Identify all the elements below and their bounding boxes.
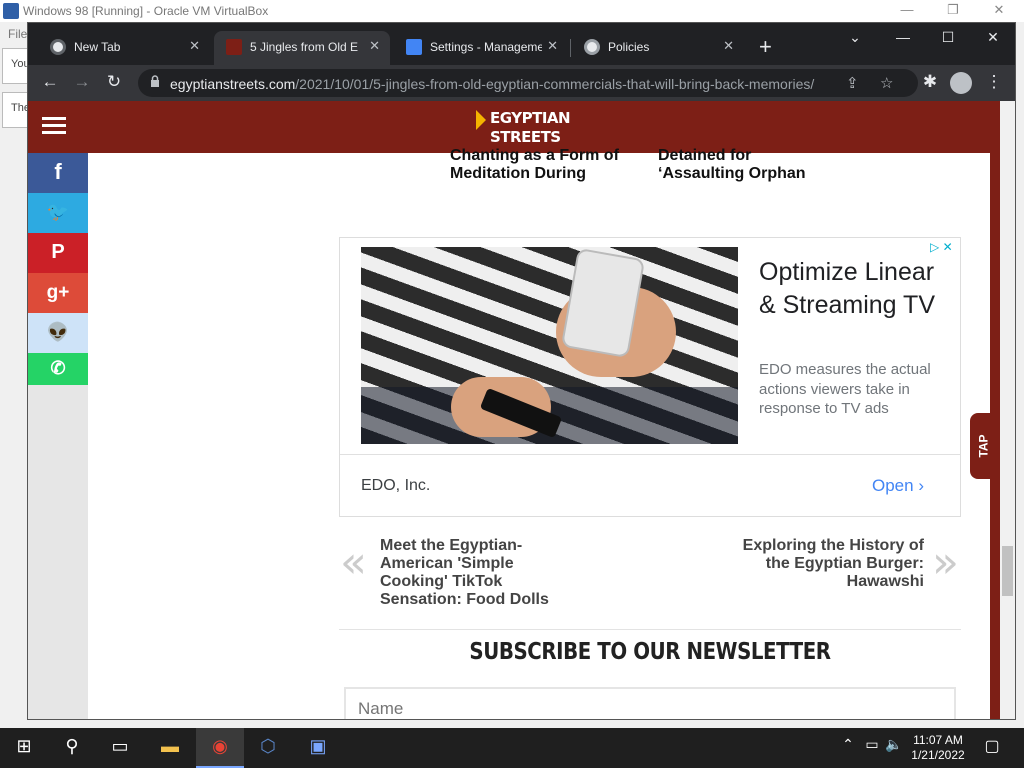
newsletter-name-input[interactable] (344, 687, 956, 719)
ad-advertiser: EDO, Inc. (361, 477, 431, 494)
tab-separator (570, 39, 571, 57)
forward-icon[interactable]: → (70, 72, 94, 92)
ad-description: EDO measures the actual actions viewers … (759, 361, 931, 417)
hamburger-menu-icon[interactable] (42, 117, 66, 135)
ad-title[interactable]: Optimize Linear & Streaming TV (759, 256, 939, 322)
settings-page-icon (406, 39, 422, 55)
share-icon[interactable]: ⇪ (846, 74, 859, 92)
menu-kebab-icon[interactable]: ⋮ (982, 72, 1006, 92)
maximize-icon[interactable]: ☐ (928, 29, 968, 46)
logo-flag-icon (476, 110, 486, 130)
close-tab-icon[interactable]: ✕ (723, 38, 734, 54)
site-logo[interactable]: EGYPTIAN STREETS (476, 107, 571, 149)
vm-window-titlebar: Windows 98 [Running] - Oracle VM Virtual… (0, 0, 1024, 22)
profile-avatar-icon[interactable] (950, 72, 972, 94)
show-hidden-icons-icon[interactable]: ⌃ (836, 736, 860, 760)
back-icon[interactable]: ← (38, 72, 62, 92)
chrome-taskbar-icon[interactable]: ◉ (208, 736, 232, 760)
reddit-icon: 👽 (46, 322, 70, 342)
previous-post-link[interactable]: Meet the Egyptian- American 'Simple Cookin… (380, 537, 580, 609)
virtualbox-taskbar-icon[interactable]: ⬡ (256, 736, 280, 760)
close-tab-icon[interactable]: ✕ (189, 38, 200, 54)
adchoices-icon[interactable]: ▷ ✕ (930, 240, 953, 254)
new-tab-button[interactable]: + (759, 34, 772, 60)
ad-image[interactable] (361, 247, 738, 444)
search-icon[interactable]: ⚲ (60, 736, 84, 760)
pinterest-share-button[interactable]: P (28, 233, 88, 273)
tab-settings[interactable]: Settings - Manageme ✕ (394, 31, 568, 65)
browser-toolbar: ← → ↻ egyptianstreets.com/2021/10/01/5-j… (28, 65, 1015, 101)
egyptian-streets-favicon (226, 39, 242, 55)
bookmark-star-icon[interactable]: ☆ (880, 74, 893, 92)
browser-window: New Tab ✕ 5 Jingles from Old Eg ✕ Settin… (27, 22, 1016, 720)
tab-policies[interactable]: Policies ✕ (572, 31, 744, 65)
file-explorer-icon[interactable]: ▬ (158, 736, 182, 760)
related-article-link[interactable]: Detained for ‘Assaulting Orphan (658, 147, 858, 183)
whatsapp-share-button[interactable]: ✆ (28, 353, 88, 385)
vm-window-title: Windows 98 [Running] - Oracle VM Virtual… (23, 4, 269, 18)
close-tab-icon[interactable]: ✕ (547, 38, 558, 54)
extensions-icon[interactable]: ✱ (918, 72, 942, 92)
tab-strip: New Tab ✕ 5 Jingles from Old Eg ✕ Settin… (28, 23, 1015, 65)
virtualbox-icon (3, 3, 19, 19)
task-view-icon[interactable]: ▭ (108, 736, 132, 760)
background-window-tab[interactable]: The (2, 92, 30, 128)
globe-icon (584, 39, 600, 55)
chrome-icon (50, 39, 66, 55)
tap-side-tab[interactable]: TAP (970, 413, 1000, 479)
volume-muted-icon[interactable]: 🔈 (882, 736, 906, 760)
web-page: EGYPTIAN STREETS f 🐦 P g+ 👽 ✆ Chanting a… (28, 101, 1015, 719)
ad-divider (340, 454, 960, 455)
twitter-icon: 🐦 (46, 202, 70, 222)
advertisement[interactable]: ▷ ✕ Optimize Linear & Streaming TV EDO m… (339, 237, 961, 517)
close-icon[interactable]: ✕ (976, 2, 1022, 18)
reload-icon[interactable]: ↻ (102, 72, 126, 92)
background-window-tab[interactable]: You (2, 48, 30, 84)
system-clock[interactable]: 11:07 AM 1/21/2022 (906, 733, 970, 763)
facebook-share-button[interactable]: f (28, 153, 88, 193)
whatsapp-icon: ✆ (50, 358, 66, 378)
notifications-icon[interactable]: ▢ (980, 736, 1004, 760)
facebook-icon: f (54, 159, 62, 184)
tab-egyptian-streets[interactable]: 5 Jingles from Old Eg ✕ (214, 31, 390, 65)
related-article-link[interactable]: Chanting as a Form of Meditation During (450, 147, 650, 183)
pinterest-icon: P (51, 241, 65, 263)
social-share-bar: f 🐦 P g+ 👽 ✆ (28, 153, 88, 719)
lock-icon (151, 75, 159, 87)
tab-search-icon[interactable]: ⌄ (835, 29, 875, 46)
close-icon[interactable]: ✕ (973, 29, 1013, 46)
article-content: Chanting as a Form of Meditation During D… (88, 147, 998, 719)
minimize-icon[interactable]: — (884, 2, 930, 17)
ad-open-button[interactable]: Open › (872, 476, 924, 496)
windows98-vm-taskbar-icon[interactable]: ▣ (306, 736, 330, 760)
reddit-share-button[interactable]: 👽 (28, 313, 88, 353)
twitter-share-button[interactable]: 🐦 (28, 193, 88, 233)
google-plus-share-button[interactable]: g+ (28, 273, 88, 313)
address-bar[interactable]: egyptianstreets.com/2021/10/01/5-jingles… (138, 69, 918, 97)
scrollbar-thumb[interactable] (1002, 546, 1013, 596)
newsletter-heading: SUBSCRIBE TO OUR NEWSLETTER (469, 639, 831, 665)
google-plus-icon: g+ (46, 282, 70, 303)
next-post-chevron-icon[interactable]: » (932, 537, 959, 588)
windows-start-icon[interactable]: ⊞ (12, 736, 36, 760)
next-post-link[interactable]: Exploring the History of the Egyptian Bur… (724, 537, 924, 591)
url-text: egyptianstreets.com/2021/10/01/5-jingles… (170, 76, 815, 92)
previous-post-chevron-icon[interactable]: « (340, 537, 367, 588)
site-header: EGYPTIAN STREETS (28, 101, 1000, 153)
taskbar: ⊞ ⚲ ▭ ▬ ◉ ⬡ ▣ ⌃ ▭ 🔈 11:07 AM 1/21/2022 ▢ (0, 728, 1024, 768)
maximize-icon[interactable]: ❐ (930, 2, 976, 18)
page-scrollbar[interactable] (1000, 101, 1015, 719)
minimize-icon[interactable]: — (883, 29, 923, 45)
tab-new-tab[interactable]: New Tab ✕ (38, 31, 210, 65)
chevron-right-icon: › (918, 476, 924, 495)
vm-menu-file[interactable]: File (0, 22, 28, 46)
section-divider (339, 629, 961, 630)
network-icon[interactable]: ▭ (860, 736, 884, 760)
close-tab-icon[interactable]: ✕ (369, 38, 380, 54)
